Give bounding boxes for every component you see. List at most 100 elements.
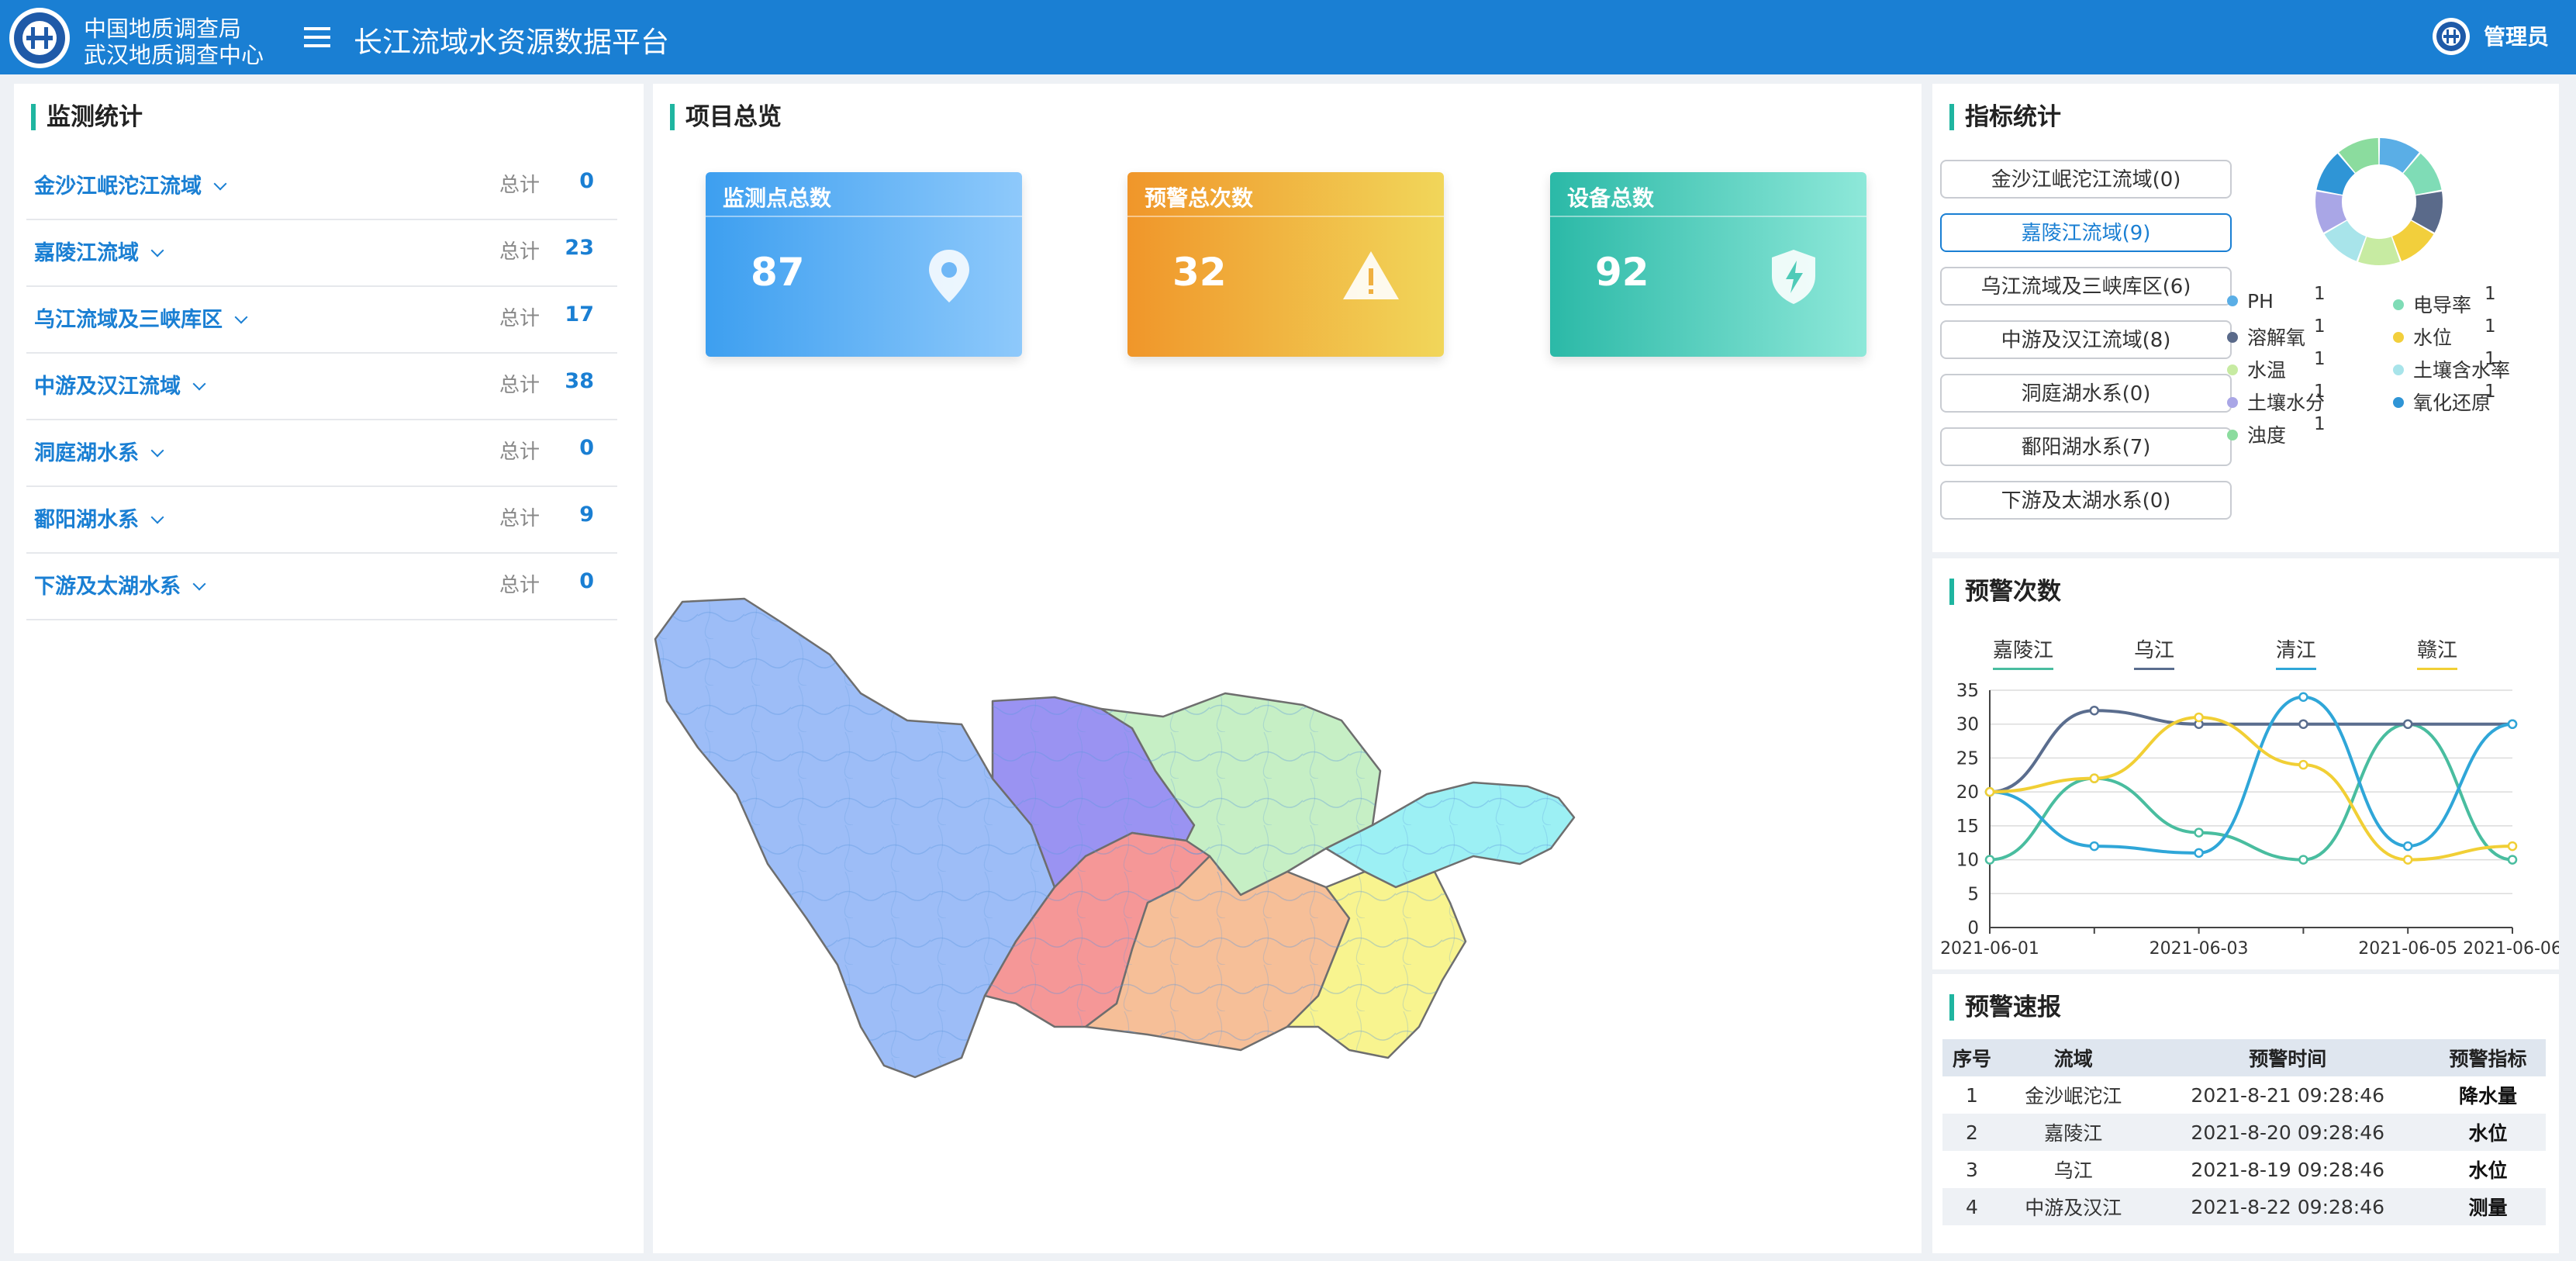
legend-item[interactable]: PH 1 <box>2227 284 2326 313</box>
table-row[interactable]: 4 中游及汉江 2021-8-22 09:28:46 测量 <box>1942 1188 2546 1225</box>
basin-filter-button[interactable]: 下游及太湖水系(0) <box>1940 481 2232 520</box>
region-name[interactable]: 乌江流域及三峡库区 <box>34 302 248 333</box>
y-tick-label: 20 <box>1956 783 1979 803</box>
legend-item[interactable]: 氧化还原 1 <box>2393 382 2496 416</box>
region-name[interactable]: 洞庭湖水系 <box>34 436 164 466</box>
legend-label: 溶解氧 <box>2247 326 2306 349</box>
data-point[interactable] <box>2298 855 2308 865</box>
data-point[interactable] <box>2507 841 2518 852</box>
chevron-down-icon[interactable] <box>150 444 164 458</box>
indicator-panel-title: 指标统计 <box>1949 104 2061 130</box>
data-point[interactable] <box>2402 855 2413 865</box>
chevron-down-icon[interactable] <box>213 177 227 191</box>
total-label: 总计 <box>499 174 540 197</box>
region-total: 0 <box>579 436 594 460</box>
card-monitoring-points[interactable]: 监测点总数 87 <box>706 172 1022 357</box>
data-point[interactable] <box>1984 855 1995 865</box>
chevron-down-icon[interactable] <box>150 244 164 257</box>
user-avatar-icon[interactable] <box>2432 17 2471 56</box>
data-point[interactable] <box>2089 705 2100 716</box>
total-label: 总计 <box>499 574 540 597</box>
y-tick-label: 35 <box>1956 681 1979 701</box>
card-device-total[interactable]: 设备总数 92 <box>1550 172 1866 357</box>
top-header: 中国地质调查局 武汉地质调查中心 长江流域水资源数据平台 管理员 <box>0 0 2576 74</box>
chevron-down-icon[interactable] <box>192 577 206 591</box>
alert-chart-title: 预警次数 <box>1949 579 2061 605</box>
data-point[interactable] <box>2194 848 2204 859</box>
region-row[interactable]: 中游及汉江流域 总计 38 <box>26 352 617 420</box>
legend-item[interactable]: 水位 1 <box>2393 316 2496 351</box>
legend-item[interactable]: 土壤含水率 1 <box>2393 349 2510 383</box>
legend-item[interactable]: 溶解氧 1 <box>2227 316 2326 351</box>
chart-tab[interactable]: 赣江 <box>2417 634 2458 670</box>
data-point[interactable] <box>1984 786 1995 797</box>
region-total: 38 <box>565 369 594 393</box>
data-point[interactable] <box>2402 719 2413 729</box>
table-cell: 中游及汉江 <box>2001 1188 2146 1225</box>
data-point[interactable] <box>2402 841 2413 852</box>
legend-item[interactable]: 浊度 1 <box>2227 414 2326 448</box>
card-value: 87 <box>751 250 805 295</box>
region-row[interactable]: 鄱阳湖水系 总计 9 <box>26 485 617 554</box>
chart-tab[interactable]: 清江 <box>2276 634 2317 670</box>
basin-filter-button[interactable]: 金沙江岷沱江流域(0) <box>1940 160 2232 199</box>
donut-slice[interactable] <box>2358 237 2400 265</box>
legend-item[interactable]: 土壤水分 1 <box>2227 382 2326 416</box>
alert-line-chart[interactable]: 0 5 10 15 20 25 30 35 2021-06-01 2021-06-03 2021-0… <box>1932 667 2559 969</box>
legend-dot <box>2227 364 2238 375</box>
data-point[interactable] <box>2194 827 2204 838</box>
card-alert-total[interactable]: 预警总次数 32 <box>1127 172 1444 357</box>
user-name[interactable]: 管理员 <box>2484 20 2549 51</box>
data-point[interactable] <box>2194 712 2204 723</box>
basin-filter-button[interactable]: 嘉陵江流域(9) <box>1940 213 2232 252</box>
total-label: 总计 <box>499 440 540 464</box>
legend-dot <box>2227 397 2238 408</box>
basin-filter-button[interactable]: 鄱阳湖水系(7) <box>1940 427 2232 466</box>
region-row[interactable]: 乌江流域及三峡库区 总计 17 <box>26 285 617 354</box>
region-row[interactable]: 嘉陵江流域 总计 23 <box>26 219 617 287</box>
menu-toggle-button[interactable] <box>304 22 330 53</box>
yangtze-basin-map[interactable]: 成都市重庆市贵阳市昆明市武汉市长沙市南昌市合肥市南京市上海市 0金沙江岷沱江流域… <box>651 592 1884 1182</box>
chart-tab[interactable]: 嘉陵江 <box>1993 634 2054 670</box>
legend-item[interactable]: 水温 1 <box>2227 349 2326 383</box>
region-row[interactable]: 洞庭湖水系 总计 0 <box>26 419 617 487</box>
y-tick-label: 15 <box>1956 817 1979 837</box>
basin-filter-button[interactable]: 乌江流域及三峡库区(6) <box>1940 267 2232 306</box>
table-row[interactable]: 1 金沙岷沱江 2021-8-21 09:28:46 降水量 <box>1942 1076 2546 1114</box>
region-total: 17 <box>565 302 594 326</box>
legend-item[interactable]: 电导率 1 <box>2393 284 2496 318</box>
region-name[interactable]: 下游及太湖水系 <box>34 569 206 599</box>
location-pin-icon <box>929 250 969 302</box>
data-point[interactable] <box>2507 855 2518 865</box>
data-point[interactable] <box>2089 773 2100 783</box>
legend-dot <box>2227 430 2238 440</box>
table-cell: 2021-8-22 09:28:46 <box>2145 1188 2430 1225</box>
x-tick-label: 2021-06-06 <box>2463 939 2559 959</box>
data-point[interactable] <box>2089 841 2100 852</box>
basin-filter-button[interactable]: 中游及汉江流域(8) <box>1940 320 2232 359</box>
chart-tab[interactable]: 乌江 <box>2134 634 2175 670</box>
indicator-donut-chart[interactable] <box>2309 132 2449 271</box>
overview-panel-title: 项目总览 <box>670 104 782 130</box>
chevron-down-icon[interactable] <box>192 377 206 391</box>
legend-count: 1 <box>2314 382 2326 402</box>
region-name[interactable]: 鄱阳湖水系 <box>34 503 164 533</box>
region-name[interactable]: 金沙江岷沱江流域 <box>34 169 227 199</box>
data-point[interactable] <box>2507 719 2518 729</box>
region-name[interactable]: 嘉陵江流域 <box>34 236 164 266</box>
region-row[interactable]: 金沙江岷沱江流域 总计 0 <box>26 152 617 220</box>
data-point[interactable] <box>2298 692 2308 702</box>
chevron-down-icon[interactable] <box>234 310 248 324</box>
legend-label: 电导率 <box>2413 294 2472 316</box>
region-name[interactable]: 中游及汉江流域 <box>34 369 206 399</box>
table-cell: 3 <box>1966 1158 1978 1181</box>
legend-count: 1 <box>2484 382 2496 402</box>
table-row[interactable]: 2 嘉陵江 2021-8-20 09:28:46 水位 <box>1942 1114 2546 1151</box>
region-row[interactable]: 下游及太湖水系 总计 0 <box>26 552 617 620</box>
chevron-down-icon[interactable] <box>150 510 164 524</box>
data-point[interactable] <box>2298 719 2308 729</box>
data-point[interactable] <box>2298 759 2308 770</box>
basin-filter-button[interactable]: 洞庭湖水系(0) <box>1940 374 2232 413</box>
table-row[interactable]: 3 乌江 2021-8-19 09:28:46 水位 <box>1942 1151 2546 1188</box>
table-cell: 降水量 <box>2458 1085 2517 1107</box>
